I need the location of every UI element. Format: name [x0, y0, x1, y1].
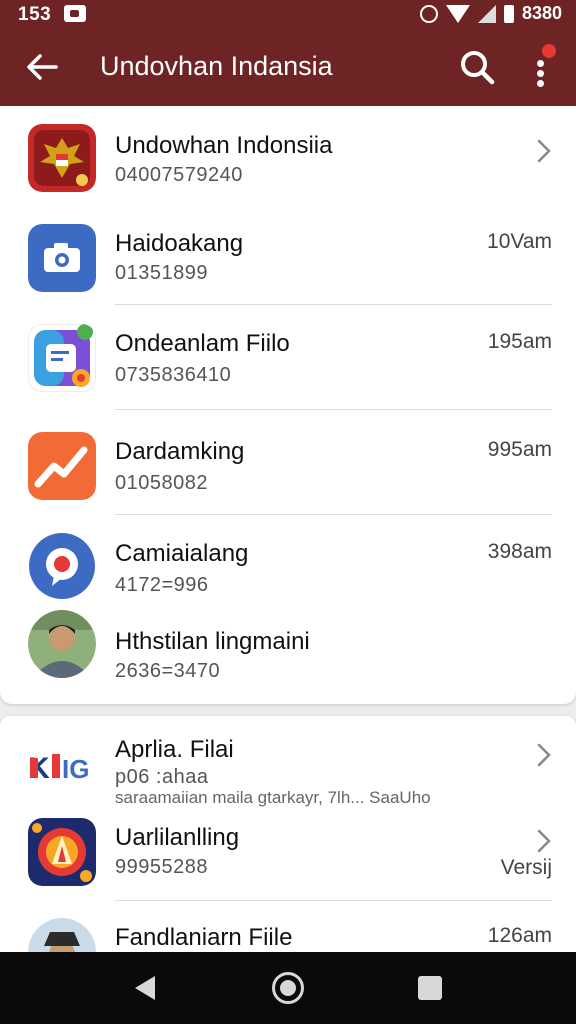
item-number: 0735836410: [115, 364, 232, 386]
back-arrow-icon[interactable]: [22, 47, 62, 87]
search-icon[interactable]: [456, 46, 498, 88]
app-bar: Undovhan Indansia: [0, 28, 576, 106]
item-name: Dardamking: [115, 438, 245, 465]
item-description: saraamaiian maila gtarkayr, 7lh... SaaUh…: [115, 788, 431, 807]
item-name: Fandlaniarn Fiile: [115, 924, 293, 951]
item-time: 995am: [487, 438, 552, 461]
item-name: Undowhan Indonsiia: [115, 132, 333, 159]
chevron-right-icon: [537, 743, 551, 767]
item-number: 04007579240: [115, 164, 243, 186]
item-version: Versij: [500, 856, 552, 879]
battery-text: 8380: [521, 3, 562, 23]
more-options-icon[interactable]: [524, 44, 560, 92]
signal-icon: [477, 4, 496, 23]
item-number: 2636=3470: [115, 660, 221, 682]
flame-emblem-icon: [28, 818, 96, 886]
garuda-emblem-icon: [28, 124, 96, 192]
chat-bubble-icon: [29, 533, 95, 599]
item-number: 99955288: [115, 856, 208, 878]
chart-line-icon: [28, 432, 96, 500]
battery-icon: [503, 4, 514, 23]
item-name: Uarlilanlling: [115, 824, 240, 851]
item-name: Haidoakang: [115, 230, 244, 257]
kio-logo-icon: K IG: [28, 752, 89, 785]
notification-icon: [64, 5, 86, 22]
list-item[interactable]: Haidoakang 01351899 10Vam: [0, 206, 576, 306]
list-item[interactable]: Undowhan Indonsiia 04007579240: [0, 106, 576, 206]
chevron-right-icon: [537, 829, 551, 853]
item-time: 10Vam: [487, 230, 552, 253]
item-time: 195am: [487, 330, 552, 353]
list-item[interactable]: Dardamking 01058082 995am: [0, 412, 576, 516]
page-title: Undovhan Indansia: [100, 51, 333, 81]
item-time: 398am: [487, 540, 552, 563]
item-number: p06 :ahaa: [115, 766, 209, 788]
navigation-bar: [0, 952, 576, 1024]
chevron-right-icon: [537, 139, 551, 163]
item-name: Hthstilan lingmaini: [115, 628, 310, 655]
list-item[interactable]: Camiaialang 4172=996 398am: [0, 516, 576, 612]
list-item[interactable]: K IG Aprlia. Filai p06 :ahaa saraamaiian…: [0, 716, 576, 814]
item-name: Camiaialang: [115, 540, 249, 567]
camera-icon: [28, 224, 96, 292]
svg-text:IG: IG: [62, 754, 89, 784]
item-number: 4172=996: [115, 574, 209, 596]
contact-list-card: Undowhan Indonsiia 04007579240 Haidoakan…: [0, 106, 576, 704]
person-avatar-icon: [28, 610, 96, 678]
wifi-icon: [445, 4, 470, 23]
alarm-icon: [419, 4, 438, 23]
nav-home-icon[interactable]: [272, 972, 304, 1004]
status-bar: 153 8380: [0, 0, 576, 28]
list-item[interactable]: Hthstilan lingmaini 2636=3470: [0, 602, 576, 698]
item-name: Aprlia. Filai: [115, 736, 234, 763]
file-list-card: K IG Aprlia. Filai p06 :ahaa saraamaiian…: [0, 716, 576, 986]
nav-recents-icon[interactable]: [418, 976, 442, 1000]
item-name: Ondeanlam Fiilo: [115, 330, 290, 357]
item-time: 126am: [487, 924, 552, 947]
nav-back-icon[interactable]: [135, 976, 155, 1000]
document-icon: [28, 324, 96, 392]
list-item[interactable]: Ondeanlam Fiilo 0735836410 195am: [0, 306, 576, 410]
status-time: 153: [18, 4, 52, 25]
item-number: 01351899: [115, 262, 208, 284]
notification-badge: [542, 44, 556, 58]
item-number: 01058082: [115, 472, 208, 494]
list-item[interactable]: Uarlilanlling 99955288 Versij: [0, 814, 576, 900]
